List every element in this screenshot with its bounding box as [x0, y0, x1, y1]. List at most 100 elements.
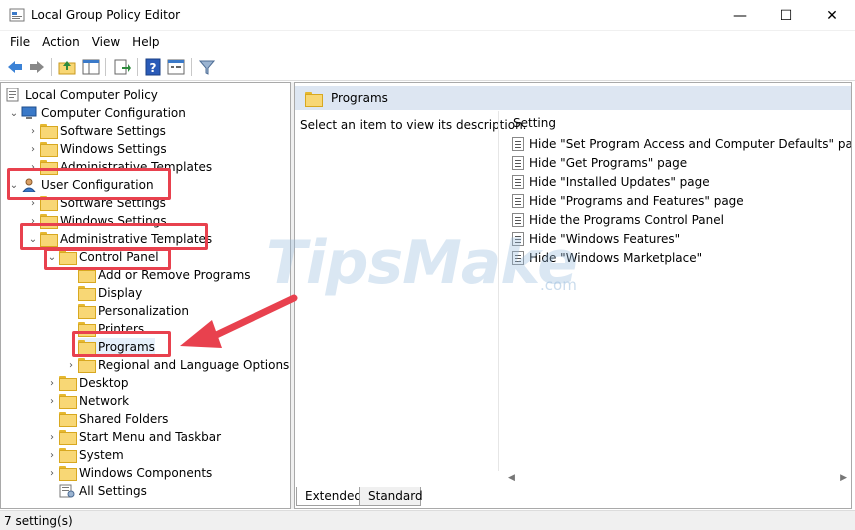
- details-header: Programs: [295, 86, 851, 110]
- menu-file[interactable]: File: [4, 35, 36, 49]
- setting-label: Hide the Programs Control Panel: [529, 213, 724, 227]
- policy-setting-icon: [512, 213, 524, 227]
- folder-icon: [305, 91, 323, 107]
- highlight-box-user-configuration: [7, 168, 171, 200]
- svg-text:?: ?: [150, 61, 157, 75]
- policy-setting-icon: [512, 137, 524, 151]
- toolbar-separator: [191, 58, 192, 76]
- maximize-button[interactable]: ☐: [763, 0, 809, 31]
- highlight-box-control-panel: [44, 248, 171, 270]
- computer-policy-icon: [6, 88, 19, 102]
- tree-item-label: Regional and Language Options: [98, 358, 290, 372]
- tree-item-all-settings[interactable]: All Settings: [59, 482, 147, 500]
- menu-help[interactable]: Help: [126, 35, 165, 49]
- up-folder-icon[interactable]: [58, 58, 76, 76]
- setting-label: Hide "Programs and Features" page: [529, 194, 744, 208]
- tree-item-system[interactable]: › System: [45, 446, 124, 464]
- toolbar: ?: [0, 53, 855, 81]
- description-text: Select an item to view its description.: [300, 118, 527, 132]
- scroll-right-icon[interactable]: ▶: [840, 473, 847, 483]
- folder-icon: [59, 394, 77, 409]
- tab-standard[interactable]: Standard: [359, 487, 423, 506]
- setting-row[interactable]: Hide "Installed Updates" page: [512, 173, 710, 191]
- setting-row[interactable]: Hide "Set Program Access and Computer De…: [512, 135, 852, 153]
- tree-item-display[interactable]: Display: [78, 284, 142, 302]
- tree-item-label: All Settings: [79, 484, 147, 498]
- minimize-button[interactable]: —: [717, 0, 763, 31]
- tree-item-label: Shared Folders: [79, 412, 169, 426]
- folder-icon: [59, 376, 77, 391]
- menu-view[interactable]: View: [86, 35, 126, 49]
- folder-icon: [40, 142, 58, 157]
- filter-icon[interactable]: [198, 58, 216, 76]
- details-header-title: Programs: [331, 91, 388, 105]
- export-list-icon[interactable]: [113, 58, 131, 76]
- group-policy-app-icon: [9, 8, 25, 22]
- close-button[interactable]: ✕: [809, 0, 855, 31]
- tree-item-windows-components[interactable]: › Windows Components: [45, 464, 212, 482]
- properties-icon[interactable]: [167, 58, 185, 76]
- chevron-right-icon[interactable]: ›: [26, 124, 40, 138]
- all-settings-icon: [59, 484, 75, 498]
- scroll-left-icon[interactable]: ◀: [508, 473, 515, 483]
- toolbar-separator: [137, 58, 138, 76]
- setting-label: Hide "Get Programs" page: [529, 156, 688, 170]
- help-icon[interactable]: ?: [144, 58, 162, 76]
- policy-setting-icon: [512, 194, 524, 208]
- folder-icon: [78, 286, 96, 301]
- minimize-icon: —: [733, 7, 747, 24]
- highlight-box-administrative-templates: [20, 223, 208, 250]
- tree-item-network[interactable]: › Network: [45, 392, 129, 410]
- tree-item-start-menu-taskbar[interactable]: › Start Menu and Taskbar: [45, 428, 221, 446]
- setting-row[interactable]: Hide "Programs and Features" page: [512, 192, 744, 210]
- tree-item-label: Computer Configuration: [41, 106, 186, 120]
- tree-item-local-computer-policy[interactable]: Local Computer Policy: [5, 86, 158, 104]
- folder-icon: [59, 448, 77, 463]
- chevron-right-icon[interactable]: ›: [45, 448, 59, 462]
- toolbar-separator: [105, 58, 106, 76]
- tree-item-label: Display: [98, 286, 143, 300]
- tree-item-software-settings[interactable]: › Software Settings: [26, 122, 166, 140]
- show-hide-tree-icon[interactable]: [82, 58, 100, 76]
- folder-icon: [59, 466, 77, 481]
- toolbar-separator: [51, 58, 52, 76]
- tree-item-label: Network: [79, 394, 130, 408]
- chevron-right-icon[interactable]: ›: [64, 358, 78, 372]
- watermark-logo: TipsMake: [266, 228, 578, 298]
- chevron-right-icon[interactable]: ›: [45, 430, 59, 444]
- title-bar: Local Group Policy Editor — ☐ ✕: [0, 0, 855, 31]
- tree-item-desktop[interactable]: › Desktop: [45, 374, 129, 392]
- tree-item-computer-configuration[interactable]: ⌄ Computer Configuration: [7, 104, 186, 122]
- setting-label: Hide "Installed Updates" page: [529, 175, 710, 189]
- chevron-right-icon[interactable]: ›: [45, 394, 59, 408]
- tree-item-label: Add or Remove Programs: [98, 268, 251, 282]
- chevron-right-icon[interactable]: ›: [45, 376, 59, 390]
- folder-icon: [40, 124, 58, 139]
- status-text: 7 setting(s): [4, 513, 73, 528]
- tree-item-shared-folders[interactable]: Shared Folders: [59, 410, 168, 428]
- tab-extended[interactable]: Extended: [296, 487, 362, 506]
- tree-item-windows-settings[interactable]: › Windows Settings: [26, 140, 167, 158]
- tree-item-label: Local Computer Policy: [25, 88, 158, 102]
- chevron-right-icon[interactable]: ›: [26, 142, 40, 156]
- forward-arrow-icon[interactable]: [28, 58, 46, 76]
- chevron-down-icon[interactable]: ⌄: [7, 106, 21, 120]
- chevron-right-icon[interactable]: ›: [45, 466, 59, 480]
- tree-item-label: Desktop: [79, 376, 129, 390]
- tree-item-label: System: [79, 448, 124, 462]
- column-header-setting[interactable]: Setting: [513, 116, 556, 130]
- setting-row[interactable]: Hide the Programs Control Panel: [512, 211, 724, 229]
- window-title: Local Group Policy Editor: [31, 8, 181, 22]
- tree-item-label: Windows Components: [79, 466, 213, 480]
- back-arrow-icon[interactable]: [6, 58, 24, 76]
- folder-icon: [78, 358, 96, 373]
- policy-setting-icon: [512, 156, 524, 170]
- menu-action[interactable]: Action: [36, 35, 86, 49]
- tree-item-label: Start Menu and Taskbar: [79, 430, 222, 444]
- folder-icon: [59, 430, 77, 445]
- annotation-arrow: [180, 294, 298, 348]
- watermark-suffix: .com: [540, 276, 577, 294]
- setting-row[interactable]: Hide "Get Programs" page: [512, 154, 687, 172]
- setting-label: Hide "Set Program Access and Computer De…: [529, 137, 852, 151]
- horizontal-scrollbar[interactable]: ◀ ▶: [503, 471, 851, 485]
